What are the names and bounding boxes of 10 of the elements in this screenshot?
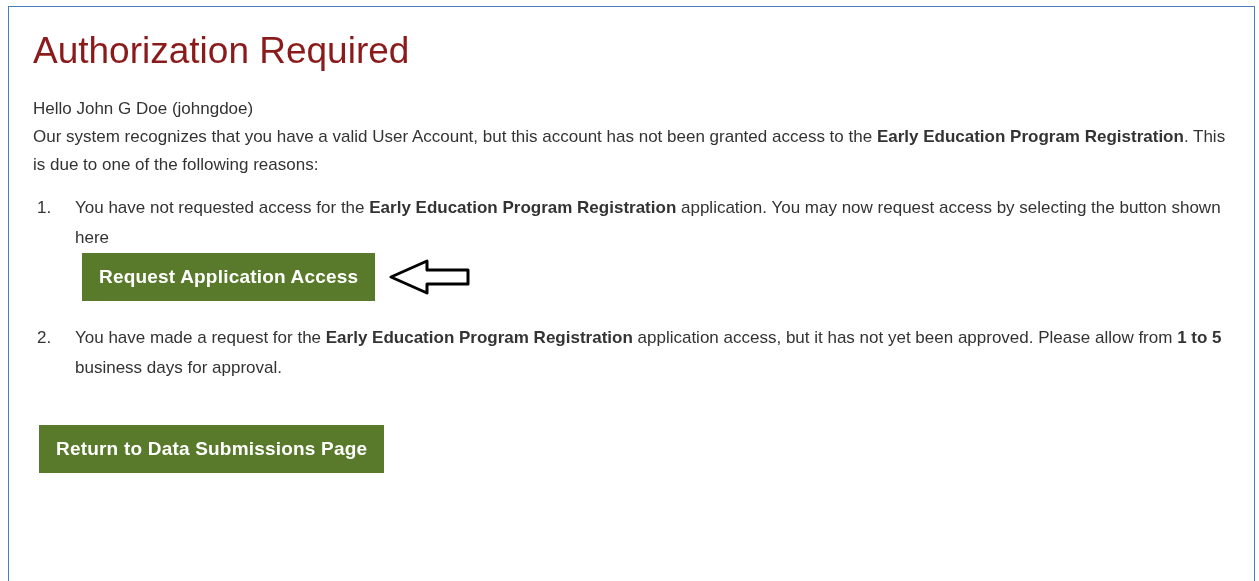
reason-text: You have made a request for the Early Education Program Registration application access, but it has not yet been approved. Please allow from 1 to 5 business days for approval.: [75, 327, 1223, 379]
reason-text: You have not requested access for the Early Education Program Registration application. You may now request access by selecting the button shown here: [75, 197, 1222, 249]
greeting-text: Hello John G Doe (johngdoe): [33, 98, 255, 120]
left-arrow-icon: [389, 258, 472, 296]
return-button[interactable]: Return to Data Submissions Page: [39, 425, 385, 473]
intro-paragraph: Our system recognizes that you have a valid User Account, but this account has not been granted access to the Early Education Program Registration. This is due to one of the following reasons:: [33, 126, 1227, 176]
list-number: 1.: [36, 197, 53, 219]
request-access-button[interactable]: Request Application Access: [82, 253, 376, 301]
list-number: 2.: [36, 327, 53, 349]
page-title: Authorization Required: [33, 29, 411, 73]
